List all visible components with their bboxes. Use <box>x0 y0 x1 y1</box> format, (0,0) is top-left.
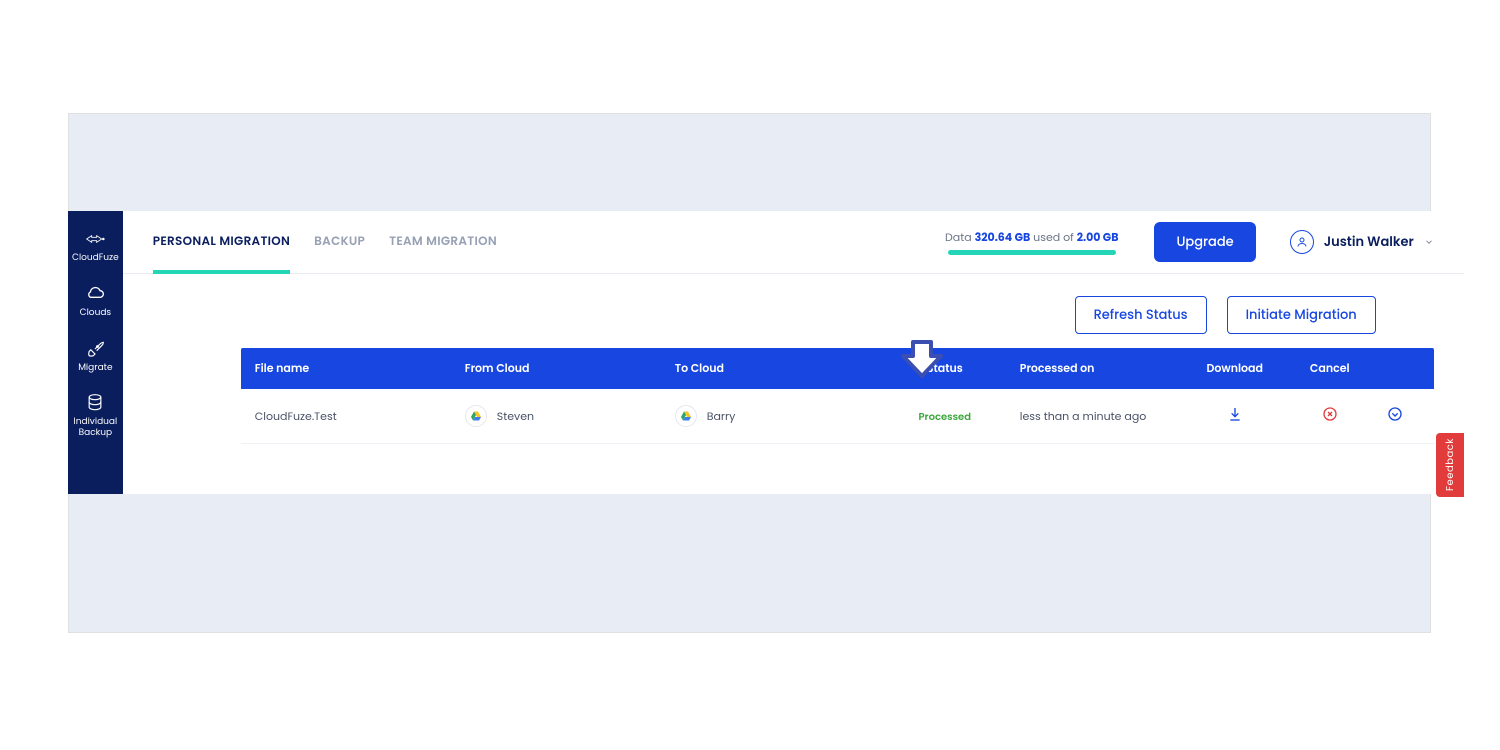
database-icon <box>85 393 105 413</box>
col-header-processed: Processed on <box>1020 360 1180 377</box>
cell-from: Steven <box>465 405 675 427</box>
google-drive-icon <box>465 405 487 427</box>
table-header: File name From Cloud To Cloud Status Pro… <box>241 348 1434 389</box>
col-header-from: From Cloud <box>465 360 675 377</box>
col-header-cancel: Cancel <box>1290 360 1370 377</box>
cell-expand <box>1370 406 1420 427</box>
cloudfuze-logo-icon <box>85 229 105 249</box>
migration-table: File name From Cloud To Cloud Status Pro… <box>241 348 1434 444</box>
col-header-status: Status <box>870 360 1020 377</box>
content: Refresh Status Initiate Migration File n… <box>123 274 1464 494</box>
table-row: CloudFuze.Test Steven Barry Processed <box>241 389 1434 444</box>
usage-used: 320.64 GB <box>975 229 1031 245</box>
sidebar-item-label: Individual Backup <box>72 417 119 439</box>
rocket-icon <box>85 339 105 359</box>
sidebar: CloudFuze Clouds Migrate Individual Back… <box>68 211 123 494</box>
sidebar-item-backup[interactable]: Individual Backup <box>68 383 123 449</box>
cancel-button[interactable] <box>1322 406 1338 422</box>
status-badge: Processed <box>918 409 971 424</box>
cell-download <box>1180 406 1290 427</box>
download-icon <box>1227 406 1243 422</box>
chevron-circle-down-icon <box>1387 406 1403 422</box>
col-header-download: Download <box>1180 360 1290 377</box>
user-icon <box>1296 236 1308 248</box>
actions-row: Refresh Status Initiate Migration <box>153 296 1434 334</box>
sidebar-item-label: Migrate <box>78 363 112 374</box>
chevron-down-icon <box>1424 237 1434 247</box>
col-header-to: To Cloud <box>675 360 870 377</box>
cell-processed: less than a minute ago <box>1020 408 1180 425</box>
tabs: PERSONAL MIGRATION BACKUP TEAM MIGRATION <box>153 211 497 273</box>
arrow-down-annotation-icon <box>899 338 945 380</box>
google-drive-icon <box>675 405 697 427</box>
tab-backup[interactable]: BACKUP <box>314 211 365 273</box>
cancel-icon <box>1322 406 1338 422</box>
download-button[interactable] <box>1227 406 1243 422</box>
avatar <box>1290 230 1314 254</box>
col-header-file: File name <box>255 360 465 377</box>
refresh-status-button[interactable]: Refresh Status <box>1075 296 1207 334</box>
cell-status: Processed <box>870 408 1020 425</box>
topbar: PERSONAL MIGRATION BACKUP TEAM MIGRATION… <box>123 211 1464 274</box>
usage-progress-bar <box>948 250 1116 255</box>
sidebar-item-label: Clouds <box>80 308 111 319</box>
sidebar-brand-label: CloudFuze <box>72 253 119 264</box>
app-shell: CloudFuze Clouds Migrate Individual Back… <box>68 211 1431 494</box>
data-usage: Data 320.64 GB used of 2.00 GB <box>945 229 1118 255</box>
tab-team-migration[interactable]: TEAM MIGRATION <box>389 211 497 273</box>
tab-personal-migration[interactable]: PERSONAL MIGRATION <box>153 211 290 273</box>
usage-mid: used of <box>1030 229 1077 245</box>
initiate-migration-button[interactable]: Initiate Migration <box>1227 296 1376 334</box>
from-user: Steven <box>497 408 534 425</box>
cell-file: CloudFuze.Test <box>255 408 465 425</box>
sidebar-brand[interactable]: CloudFuze <box>68 219 123 274</box>
cloud-icon <box>85 284 105 304</box>
feedback-tab[interactable]: Feedback <box>1436 433 1464 497</box>
upgrade-button[interactable]: Upgrade <box>1154 222 1255 262</box>
user-name: Justin Walker <box>1324 232 1414 252</box>
sidebar-item-migrate[interactable]: Migrate <box>68 329 123 384</box>
user-menu[interactable]: Justin Walker <box>1290 230 1434 254</box>
sidebar-item-clouds[interactable]: Clouds <box>68 274 123 329</box>
usage-prefix: Data <box>945 229 975 245</box>
expand-button[interactable] <box>1387 406 1403 422</box>
to-user: Barry <box>707 408 736 425</box>
cell-cancel <box>1290 406 1370 427</box>
cell-to: Barry <box>675 405 870 427</box>
usage-total: 2.00 GB <box>1077 229 1119 245</box>
main: PERSONAL MIGRATION BACKUP TEAM MIGRATION… <box>123 211 1464 494</box>
